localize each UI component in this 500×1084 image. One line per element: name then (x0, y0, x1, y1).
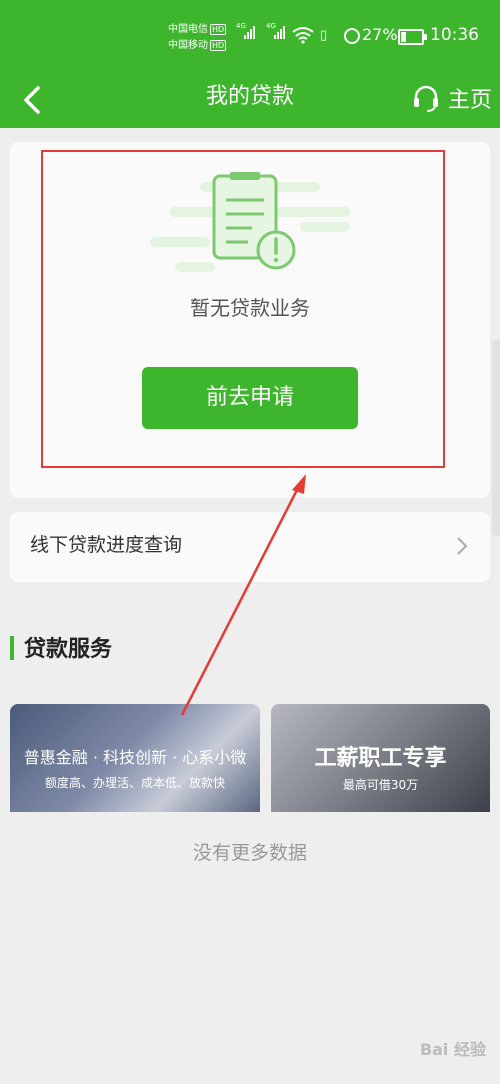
battery-percent: 27% (362, 25, 398, 44)
carrier-1: 中国电信 (168, 24, 208, 35)
signal-icon-1: 4G (236, 22, 255, 39)
scroll-indicator (492, 340, 500, 536)
section-title: 贷款服务 (24, 637, 113, 662)
home-label: 主页 (447, 88, 492, 113)
status-bar: 中国电信 HD 中国移动 HD 4G 4G ▯ 27% 10:36 (0, 0, 500, 76)
vibrate-icon: ▯ (320, 28, 328, 43)
service-banner-1[interactable]: 普惠金融 · 科技创新 · 心系小微 额度高、办理活、成本低、放款快 (10, 704, 260, 812)
hd-badge-2: HD (210, 40, 227, 51)
home-button[interactable]: 主页 (412, 78, 492, 118)
watermark: Bai 经验 (419, 1040, 486, 1059)
signal-icon-2: 4G (266, 22, 285, 39)
service-banner-title: 工薪职工专享 (314, 746, 447, 771)
headset-icon (413, 85, 438, 112)
offline-progress-row[interactable]: 线下贷款进度查询 (10, 512, 490, 582)
hd-badge-1: HD (210, 24, 227, 35)
no-more-data: 没有更多数据 (192, 842, 307, 864)
service-banner-2[interactable]: 工薪职工专享 最高可借30万 (271, 704, 490, 812)
nav-bar: 我的贷款 主页 (0, 76, 500, 128)
speed-icon (344, 28, 360, 44)
wifi-icon (292, 27, 314, 44)
network-type-2: 4G (266, 22, 276, 30)
service-banner-title: 普惠金融 · 科技创新 · 心系小微 (23, 748, 247, 767)
chevron-right-icon (457, 537, 468, 555)
network-type-1: 4G (236, 22, 246, 30)
offline-progress-label: 线下贷款进度查询 (30, 534, 183, 556)
highlight-box (41, 150, 445, 468)
service-banner-subtitle: 最高可借30万 (342, 778, 419, 792)
carrier-info: 中国电信 HD 中国移动 HD (168, 22, 227, 54)
carrier-2: 中国移动 (168, 40, 208, 51)
clock: 10:36 (430, 25, 479, 45)
section-accent-bar (10, 636, 14, 660)
battery-icon (398, 29, 427, 45)
service-banner-subtitle: 额度高、办理活、成本低、放款快 (44, 776, 225, 790)
